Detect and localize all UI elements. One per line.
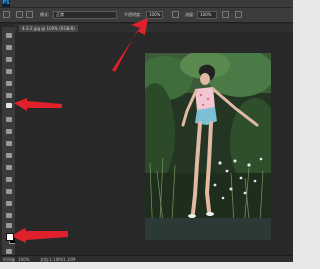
document-photo[interactable]: [145, 53, 271, 240]
dodge-tool-icon[interactable]: [6, 177, 12, 182]
tools-panel: [2, 27, 17, 260]
quick-select-tool-icon[interactable]: [6, 69, 12, 74]
brush-panel-icon[interactable]: [26, 11, 33, 18]
blur-tool-icon[interactable]: [6, 165, 12, 170]
lasso-tool-icon[interactable]: [6, 57, 12, 62]
options-bar: 模式: 正常 不透明度: 100% 流量: 100%: [0, 8, 293, 23]
marquee-tool-icon[interactable]: [6, 45, 12, 50]
menu-bar: PS: [0, 0, 293, 7]
quick-mask-icon[interactable]: [6, 249, 12, 254]
move-tool-icon[interactable]: [6, 33, 12, 38]
timeline-label: 时间轴: [3, 257, 15, 262]
ps-logo: PS: [2, 0, 10, 7]
airbrush-icon[interactable]: [222, 11, 229, 18]
crop-tool-icon[interactable]: [6, 81, 12, 86]
size-pressure-icon[interactable]: [235, 11, 242, 18]
opacity-pressure-icon[interactable]: [172, 11, 179, 18]
zoom-tool-icon[interactable]: [6, 223, 12, 228]
hand-tool-icon[interactable]: [6, 213, 12, 218]
gradient-tool-icon[interactable]: [6, 153, 12, 158]
flow-field[interactable]: 100%: [197, 11, 217, 19]
type-tool-icon[interactable]: [6, 201, 12, 206]
document-tab[interactable]: 4-3-2.jpg @ 100% (RGB/8): [19, 25, 78, 32]
history-brush-tool-icon[interactable]: [6, 129, 12, 134]
photoshop-window: PS 模式: 正常 不透明度: 100% 流量: 100% 4-3-2.jpg …: [0, 0, 293, 262]
mode-label: 模式:: [40, 12, 50, 17]
clone-stamp-tool-icon[interactable]: [6, 117, 12, 122]
opacity-label: 不透明度:: [124, 12, 142, 17]
status-bar: 100% 文档:1.10M/1.10M 时间轴: [0, 255, 293, 262]
document-tab-bar: 4-3-2.jpg @ 100% (RGB/8): [14, 24, 293, 32]
mode-select[interactable]: 正常: [53, 11, 117, 19]
pen-tool-icon[interactable]: [6, 189, 12, 194]
eraser-tool-icon[interactable]: [6, 141, 12, 146]
opacity-field[interactable]: 100%: [146, 11, 163, 19]
brush-preset-icon[interactable]: [3, 11, 10, 18]
foreground-color-swatch[interactable]: [6, 233, 14, 241]
eyedropper-tool-icon[interactable]: [6, 93, 12, 98]
brush-tool-icon[interactable]: [6, 103, 12, 108]
flow-label: 流量:: [185, 12, 195, 17]
brush-size-icon[interactable]: [16, 11, 23, 18]
zoom-level[interactable]: 100%: [18, 257, 29, 262]
document-info: 文档:1.10M/1.10M: [40, 257, 76, 262]
